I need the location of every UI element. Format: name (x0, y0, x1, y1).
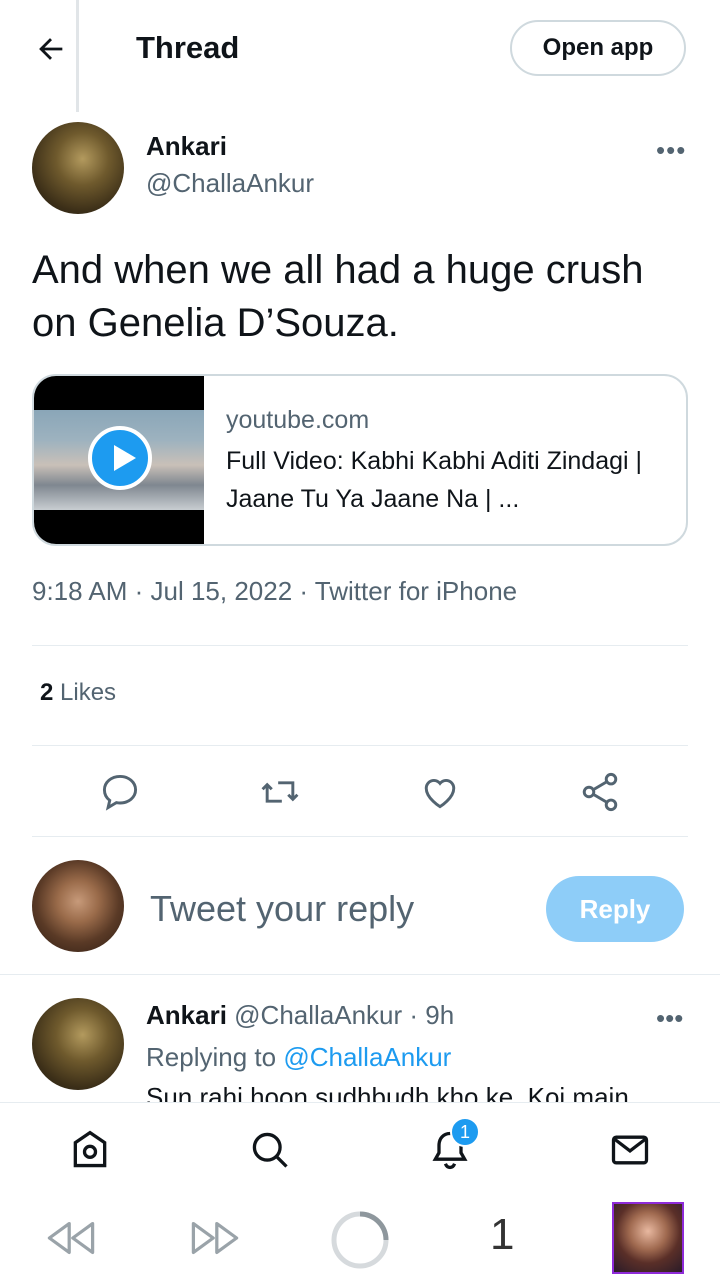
open-app-button[interactable]: Open app (510, 20, 686, 76)
comment-author[interactable]: Ankari @ChallaAnkur · 9h (146, 1000, 454, 1031)
tab-count[interactable]: 1 (490, 1210, 514, 1260)
author-handle[interactable]: @ChallaAnkur (146, 168, 314, 199)
rewind-icon[interactable] (44, 1216, 98, 1260)
comment-author-avatar[interactable] (32, 998, 124, 1090)
play-icon[interactable] (88, 426, 152, 490)
replying-prefix: Replying to (146, 1042, 277, 1072)
home-icon[interactable] (68, 1128, 112, 1172)
likes-count[interactable]: 2 Likes (40, 679, 116, 707)
likes-label: Likes (60, 679, 117, 706)
video-thumbnail (34, 376, 204, 544)
more-options-icon[interactable]: ••• (656, 135, 686, 166)
current-user-avatar[interactable] (32, 860, 124, 952)
replying-to: Replying to @ChallaAnkur (146, 1042, 451, 1073)
author-name[interactable]: Ankari (146, 131, 227, 162)
fast-forward-icon[interactable] (188, 1216, 242, 1260)
divider (32, 645, 688, 646)
tweet-timestamp: 9:18 AM · Jul 15, 2022 · Twitter for iPh… (32, 576, 518, 606)
divider (32, 836, 688, 837)
search-icon[interactable] (248, 1128, 292, 1172)
card-title: Full Video: Kabhi Kabhi Aditi Zindagi | … (226, 447, 643, 513)
likes-number: 2 (40, 679, 54, 706)
page-title: Thread (136, 30, 240, 65)
back-arrow-icon[interactable] (34, 32, 68, 66)
thread-connector-line (76, 0, 79, 112)
divider (32, 745, 688, 746)
retweet-icon[interactable] (258, 770, 302, 814)
messages-icon[interactable] (608, 1128, 652, 1172)
comment-handle-time: @ChallaAnkur · 9h (234, 1000, 455, 1030)
author-avatar[interactable] (32, 122, 124, 214)
comment-author-name: Ankari (146, 1000, 227, 1030)
like-icon[interactable] (418, 770, 462, 814)
divider (0, 974, 720, 975)
reply-button[interactable]: Reply (546, 876, 684, 942)
card-site: youtube.com (226, 406, 370, 434)
reply-icon[interactable] (98, 770, 142, 814)
comment-more-icon[interactable]: ••• (656, 1003, 683, 1034)
tweet-text: And when we all had a huge crush on Gene… (32, 248, 644, 345)
replying-to-link[interactable]: @ChallaAnkur (283, 1042, 451, 1072)
comment-text: Sun rahi hoon sudhbudh kho ke, Koi main (146, 1082, 629, 1102)
loading-spinner-icon (331, 1211, 389, 1269)
tab-thumbnail[interactable] (612, 1202, 684, 1274)
link-card[interactable]: youtube.com Full Video: Kabhi Kabhi Adit… (32, 374, 688, 546)
notification-badge: 1 (450, 1117, 480, 1147)
share-icon[interactable] (578, 770, 622, 814)
reply-input[interactable]: Tweet your reply (150, 888, 414, 930)
